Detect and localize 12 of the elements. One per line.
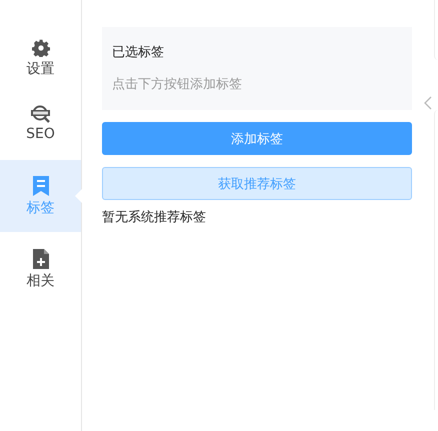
panel-title: 已选标签 — [112, 44, 165, 61]
selection-pointer — [75, 189, 82, 203]
sidebar-item[interactable]: 设置 — [0, 30, 81, 86]
document-plus-icon — [32, 248, 48, 268]
empty-message: 暂无系统推荐标签 — [102, 209, 206, 226]
hint-text: 点击下方按钮添加标签 — [112, 76, 243, 93]
sidebar-item[interactable]: 相关 — [0, 234, 81, 304]
bookmark-icon — [32, 176, 48, 196]
collapse-chevron-icon[interactable] — [424, 96, 432, 110]
sidebar-item[interactable]: SEO — [0, 88, 81, 158]
gear-icon — [32, 38, 50, 56]
magnifier-icon — [30, 104, 52, 122]
